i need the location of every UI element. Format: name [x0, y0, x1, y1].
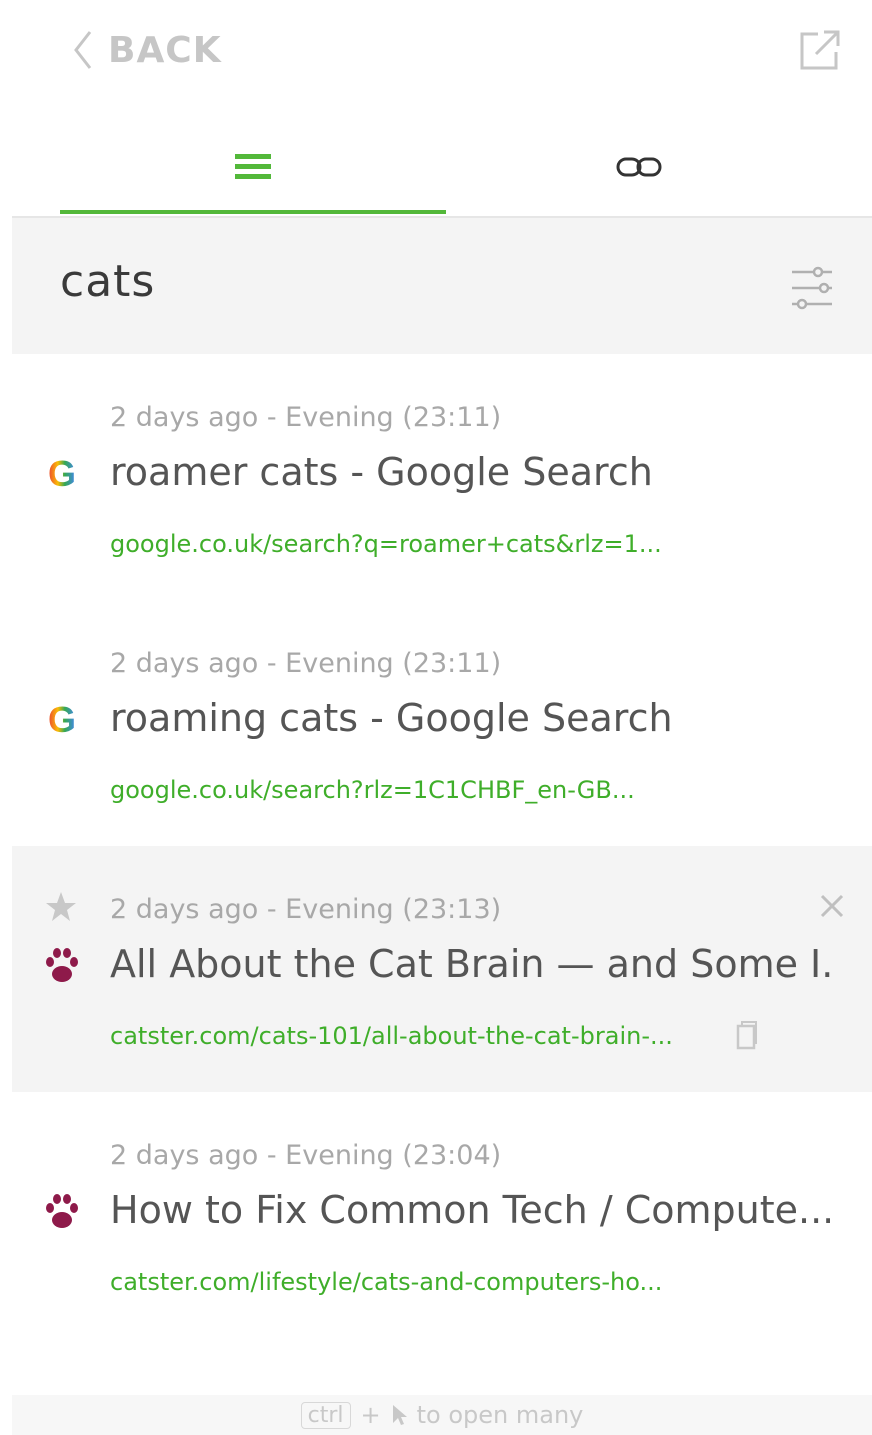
- page-title[interactable]: roaming cats - Google Search: [110, 696, 830, 740]
- list-item[interactable]: G 2 days ago - Evening (23:11) roamer ca…: [12, 354, 872, 600]
- footer-hint: ctrl + to open many: [12, 1395, 872, 1435]
- footer-hint-text: to open many: [416, 1401, 584, 1429]
- page-url[interactable]: catster.com/lifestyle/cats-and-computers…: [110, 1268, 662, 1296]
- search-bar: cats: [12, 218, 872, 354]
- active-tab-indicator: [60, 210, 446, 214]
- plus-sign: +: [360, 1401, 381, 1429]
- top-bar: BACK: [0, 0, 872, 100]
- google-icon: G: [47, 699, 76, 740]
- page-url[interactable]: catster.com/cats-101/all-about-the-cat-b…: [110, 1022, 673, 1050]
- page-title[interactable]: How to Fix Common Tech / Compute...: [110, 1188, 830, 1232]
- history-results-list: G 2 days ago - Evening (23:11) roamer ca…: [12, 354, 872, 1338]
- cursor-icon: [392, 1405, 407, 1425]
- history-panel: BACK cats G 2 days ago - Evening (23:11)…: [0, 0, 872, 1435]
- link-icon: [616, 157, 662, 177]
- list-icon: [235, 154, 271, 179]
- open-external-icon[interactable]: [796, 26, 844, 74]
- chevron-left-icon: [74, 31, 92, 69]
- visit-time: 2 days ago - Evening (23:04): [110, 1140, 502, 1171]
- back-button[interactable]: BACK: [70, 24, 222, 76]
- google-icon: G: [47, 453, 76, 494]
- copy-icon[interactable]: [734, 1020, 758, 1052]
- ctrl-key-badge: ctrl: [300, 1401, 351, 1429]
- list-item[interactable]: 2 days ago - Evening (23:04) How to Fix …: [12, 1092, 872, 1338]
- page-url[interactable]: google.co.uk/search?rlz=1C1CHBF_en-GB...: [110, 776, 635, 804]
- back-label: BACK: [108, 29, 222, 71]
- close-icon[interactable]: [818, 892, 846, 920]
- tab-link-view[interactable]: [446, 120, 832, 214]
- filter-sliders-icon[interactable]: [788, 262, 836, 314]
- star-icon[interactable]: [44, 890, 78, 924]
- page-url[interactable]: google.co.uk/search?q=roamer+cats&rlz=1.…: [110, 530, 662, 558]
- paw-icon: [46, 948, 78, 982]
- visit-time: 2 days ago - Evening (23:11): [110, 648, 502, 679]
- visit-time: 2 days ago - Evening (23:11): [110, 402, 502, 433]
- search-input[interactable]: cats: [60, 256, 155, 307]
- paw-icon: [46, 1194, 78, 1228]
- list-item[interactable]: G 2 days ago - Evening (23:11) roaming c…: [12, 600, 872, 846]
- tab-list-view[interactable]: [60, 120, 446, 214]
- view-tabs: [12, 120, 872, 218]
- visit-time: 2 days ago - Evening (23:13): [110, 894, 502, 925]
- page-title[interactable]: All About the Cat Brain — and Some I...: [110, 942, 830, 986]
- list-item[interactable]: 2 days ago - Evening (23:13) All About t…: [12, 846, 872, 1092]
- page-title[interactable]: roamer cats - Google Search: [110, 450, 830, 494]
